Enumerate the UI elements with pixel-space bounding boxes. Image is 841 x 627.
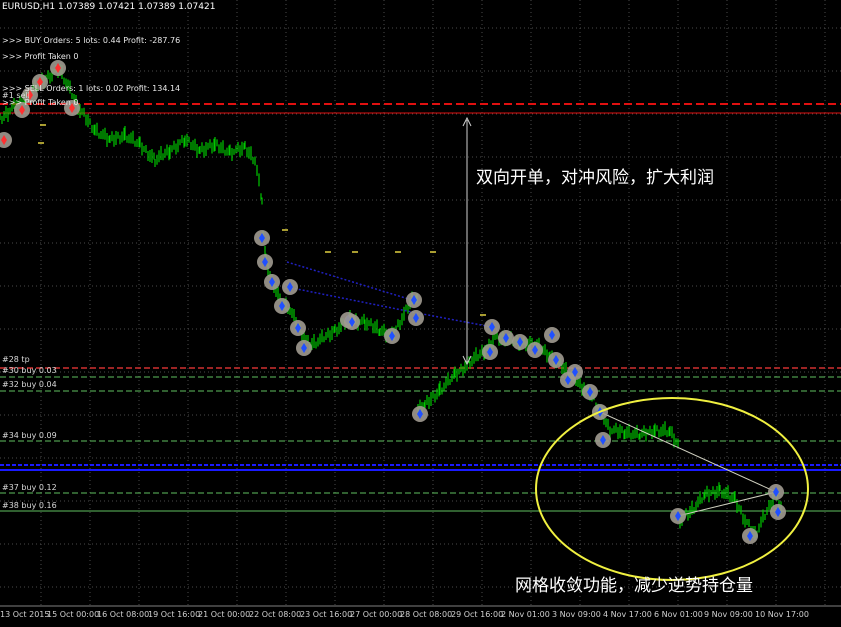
level-label-buy32: #32 buy 0.04	[2, 380, 57, 389]
level-label-buy37: #37 buy 0.12	[2, 483, 57, 492]
time-axis-label: 23 Oct 16:00	[300, 610, 353, 619]
level-label-buy30: #30 buy 0.03	[2, 366, 57, 375]
time-axis-label: 10 Nov 17:00	[755, 610, 809, 619]
time-axis-label: 4 Nov 17:00	[603, 610, 652, 619]
buy-profit-taken: >>> Profit Taken 0	[2, 52, 79, 61]
price-chart[interactable]	[0, 0, 841, 627]
price-candles	[0, 64, 782, 540]
time-axis-label: 28 Oct 08:00	[400, 610, 453, 619]
time-axis-label: 19 Oct 16:00	[148, 610, 201, 619]
hedge-annotation: 双向开单，对冲风险，扩大利润	[476, 168, 714, 188]
hedge-line-2	[286, 261, 413, 301]
time-axis-label: 9 Nov 09:00	[704, 610, 753, 619]
time-axis-label: 2 Nov 01:00	[501, 610, 550, 619]
time-axis-label: 22 Oct 08:00	[249, 610, 302, 619]
time-axis-label: 16 Oct 08:00	[97, 610, 150, 619]
time-axis-label: 15 Oct 00:00	[47, 610, 100, 619]
chart-window[interactable]: EURUSD,H1 1.07389 1.07421 1.07389 1.0742…	[0, 0, 841, 627]
time-axis-label: 6 Nov 01:00	[654, 610, 703, 619]
time-axis-label: 29 Oct 16:00	[451, 610, 504, 619]
time-axis-label: 27 Oct 00:00	[350, 610, 403, 619]
grid-converge-annotation: 网格收敛功能，减少逆势持仓量	[515, 576, 753, 596]
level-label-tp: #28 tp	[2, 355, 30, 364]
time-axis-label: 21 Oct 00:00	[198, 610, 251, 619]
time-axis-label: 13 Oct 2015	[0, 610, 50, 619]
level-label-buy34: #34 buy 0.09	[2, 431, 57, 440]
time-axis-label: 3 Nov 09:00	[552, 610, 601, 619]
level-label-sell: #1 sell	[2, 91, 30, 100]
level-label-buy38: #38 buy 0.16	[2, 501, 57, 510]
chart-title: EURUSD,H1 1.07389 1.07421 1.07389 1.0742…	[2, 2, 216, 12]
hedge-line-1	[286, 286, 493, 328]
converge-ellipse	[535, 397, 809, 581]
buy-orders-info: >>> BUY Orders: 5 lots: 0.44 Profit: -28…	[2, 36, 181, 45]
converge-line-1	[599, 411, 777, 493]
